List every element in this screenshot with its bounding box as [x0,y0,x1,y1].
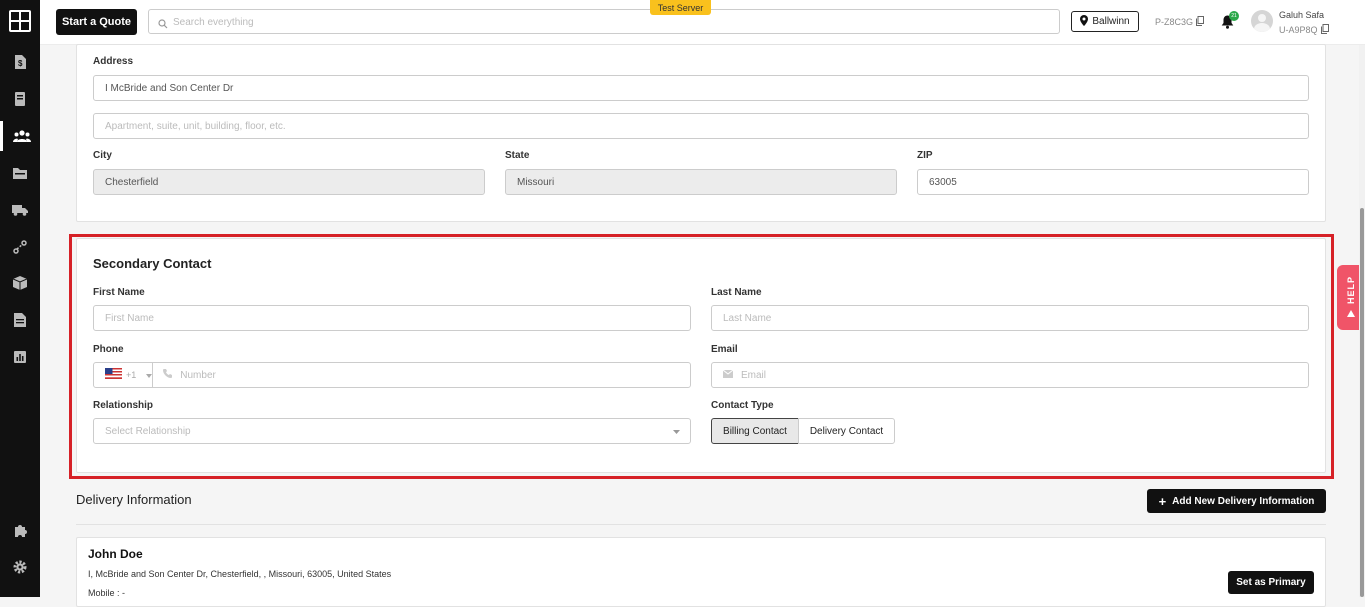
address-line2-input[interactable] [105,114,1308,138]
first-name-input[interactable] [105,306,690,330]
last-name-label: Last Name [711,287,762,298]
truck-icon[interactable] [0,195,40,225]
svg-text:$: $ [18,59,23,68]
package-icon[interactable] [0,268,40,298]
address-label: Address [93,56,134,67]
email-input[interactable] [741,363,1308,387]
billing-contact-toggle[interactable]: Billing Contact [711,418,799,444]
zip-field[interactable] [917,169,1309,195]
puzzle-icon[interactable] [0,516,40,546]
set-as-primary-button[interactable]: Set as Primary [1228,571,1314,594]
city-field: Chesterfield [93,169,485,195]
phone-icon [163,369,173,381]
document-icon[interactable] [0,305,40,335]
first-name-field[interactable] [93,305,691,331]
user-code-text: U-A9P8Q [1279,25,1318,35]
secondary-contact-title: Secondary Contact [93,256,212,271]
help-label: HELP [1346,276,1356,305]
delivery-address: I, McBride and Son Center Dr, Chesterfie… [88,569,392,579]
chevron-down-icon [673,426,680,437]
location-button[interactable]: Ballwinn [1071,11,1139,32]
notification-count-badge: 21 [1229,11,1239,21]
delivery-contact-toggle[interactable]: Delivery Contact [798,418,895,444]
start-quote-button[interactable]: Start a Quote [56,9,137,35]
location-label: Ballwinn [1092,16,1130,27]
address-line1-input[interactable] [105,76,1308,100]
project-code: P-Z8C3G [1155,16,1205,28]
phone-label: Phone [93,344,124,355]
delivery-information-title: Delivery Information [76,492,192,507]
folder-icon[interactable] [0,158,40,188]
state-label: State [505,150,530,161]
search-input[interactable] [173,14,1033,30]
invoice-icon[interactable]: $ [0,47,40,77]
chevron-down-icon [146,370,153,381]
user-name: Galuh Safa [1279,10,1325,20]
email-label: Email [711,344,738,355]
copy-icon[interactable] [1196,16,1205,28]
add-delivery-information-button[interactable]: + Add New Delivery Information [1147,489,1326,513]
customers-icon[interactable] [0,121,40,151]
plus-icon: + [1158,493,1167,509]
scrollbar-thumb[interactable] [1360,208,1364,597]
relationship-placeholder: Select Relationship [105,425,191,437]
play-icon [1347,309,1355,319]
avatar[interactable] [1251,10,1273,32]
book-icon[interactable] [0,84,40,114]
user-code: U-A9P8Q [1279,24,1329,36]
last-name-input[interactable] [723,306,1308,330]
search-box[interactable] [148,9,1060,34]
last-name-field[interactable] [711,305,1309,331]
delivery-contact-name: John Doe [88,547,143,561]
us-flag-icon [105,368,122,382]
first-name-label: First Name [93,287,145,298]
state-field: Missouri [505,169,897,195]
map-pin-icon [1080,14,1089,29]
settings-gear-icon[interactable] [0,552,40,582]
address-line2-field[interactable] [93,113,1309,139]
address-line1-field[interactable] [93,75,1309,101]
relationship-select[interactable]: Select Relationship [93,418,691,444]
reports-icon[interactable] [0,342,40,372]
envelope-icon [722,369,734,381]
email-field[interactable] [711,362,1309,388]
country-code-select[interactable]: +1 [94,363,154,387]
search-icon [158,16,168,34]
zip-input[interactable] [929,170,1308,194]
test-server-badge: Test Server [650,0,711,15]
project-code-text: P-Z8C3G [1155,17,1194,27]
app-logo[interactable] [9,10,31,32]
city-label: City [93,150,112,161]
phone-field: +1 [93,362,691,388]
zip-label: ZIP [917,150,933,161]
route-icon[interactable] [0,232,40,262]
sidebar: $ [0,0,40,597]
divider [76,524,1326,525]
top-bar: Start a Quote Test Server Ballwinn P-Z8C… [40,0,1365,45]
country-code: +1 [126,370,137,380]
copy-icon[interactable] [1320,24,1329,36]
phone-input[interactable] [180,363,690,387]
add-delivery-label: Add New Delivery Information [1172,495,1315,507]
relationship-label: Relationship [93,400,154,411]
contact-type-label: Contact Type [711,400,774,411]
